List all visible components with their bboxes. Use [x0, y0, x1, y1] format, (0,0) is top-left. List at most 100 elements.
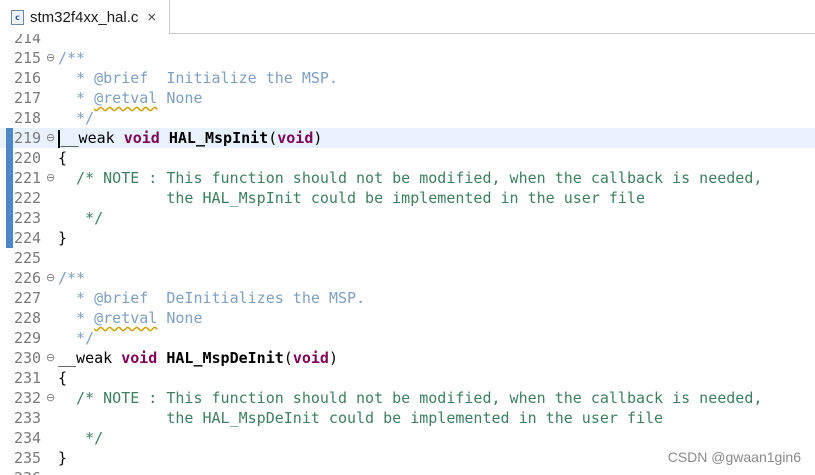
code-text[interactable]: } [58, 228, 67, 248]
code-line[interactable]: 214 [0, 34, 815, 48]
line-number: 222 [14, 189, 42, 207]
tab-filename: stm32f4xx_hal.c [30, 8, 139, 26]
line-number: 218 [14, 109, 42, 127]
line-number: 225 [14, 249, 42, 267]
code-line[interactable]: 226 ⊖/** [0, 268, 815, 288]
code-line[interactable]: 231 { [0, 368, 815, 388]
code-line[interactable]: 233 the HAL_MspDeInit could be implement… [0, 408, 815, 428]
line-number: 219 [14, 129, 42, 147]
code-token: ( [283, 349, 293, 367]
code-text[interactable]: */ [58, 428, 103, 448]
text-cursor [58, 129, 60, 148]
code-text[interactable]: __weak void HAL_MspDeInit(void) [58, 348, 338, 368]
code-token: */ [58, 329, 95, 347]
change-marker [6, 148, 13, 168]
code-token: void [292, 349, 329, 367]
code-line[interactable]: 227 * @brief DeInitializes the MSP. [0, 288, 815, 308]
code-line[interactable]: 224} [0, 228, 815, 248]
code-token: } [58, 449, 68, 467]
line-number: 234 [14, 429, 42, 447]
code-token: /** [58, 269, 86, 287]
code-text[interactable]: /** [58, 48, 85, 68]
code-line[interactable]: 223 */ [0, 208, 815, 228]
code-line[interactable]: 236 [0, 468, 815, 475]
code-text[interactable]: */ [58, 108, 94, 128]
code-token: * @brief Initialize the MSP. [58, 69, 338, 87]
code-text[interactable]: { [58, 368, 67, 388]
code-token: } [58, 229, 68, 247]
fold-toggle-icon[interactable]: ⊖ [46, 388, 55, 408]
code-line[interactable]: 230 ⊖ __weak void HAL_MspDeInit(void) [0, 348, 815, 368]
code-text[interactable]: /* NOTE : This function should not be mo… [58, 168, 762, 188]
code-text[interactable]: * @brief DeInitializes the MSP. [58, 288, 365, 308]
code-token: None [157, 309, 203, 327]
code-token: */ [58, 429, 104, 447]
tab-stm32f4xx-hal-c[interactable]: c stm32f4xx_hal.c × [0, 0, 170, 34]
line-number: 236 [14, 468, 48, 475]
line-number: 230 [14, 349, 42, 367]
line-number: 231 [14, 369, 42, 387]
fold-toggle-icon[interactable]: ⊖ [46, 168, 55, 188]
code-token: __weak [60, 129, 124, 147]
fold-toggle-icon[interactable]: ⊖ [46, 348, 55, 368]
c-file-icon: c [11, 9, 24, 25]
line-number: 215 [14, 49, 42, 67]
code-token: void [123, 129, 169, 147]
code-token: */ [58, 209, 104, 227]
code-token: @retval [94, 309, 158, 327]
change-marker [6, 208, 13, 228]
code-text[interactable]: } [58, 448, 67, 468]
line-number: 227 [14, 289, 42, 307]
fold-toggle-icon[interactable]: ⊖ [46, 48, 55, 68]
code-text[interactable]: * @retval None [58, 88, 202, 108]
code-text[interactable]: * @brief Initialize the MSP. [58, 68, 338, 88]
code-token: void [277, 129, 314, 147]
code-text[interactable]: */ [58, 328, 94, 348]
code-token: HAL_MspInit [168, 129, 269, 147]
code-line[interactable]: 216 * @brief Initialize the MSP. [0, 68, 815, 88]
code-line[interactable]: 221 ⊖ /* NOTE : This function should not … [0, 168, 815, 188]
code-text[interactable]: */ [58, 208, 103, 228]
fold-toggle-icon[interactable]: ⊖ [46, 128, 55, 148]
code-token: void [121, 349, 167, 367]
line-number: 232 [14, 389, 42, 407]
editor-tab-strip: c stm32f4xx_hal.c × [0, 0, 815, 34]
change-marker [6, 228, 13, 248]
code-line[interactable]: 218 */ [0, 108, 815, 128]
line-number: 229 [14, 329, 42, 347]
code-token: @retval [94, 89, 158, 107]
code-line[interactable]: 222 the HAL_MspInit could be implemented… [0, 188, 815, 208]
code-line[interactable]: 219 ⊖ __weak void HAL_MspInit(void) [0, 128, 815, 148]
code-token: __weak [58, 349, 122, 367]
line-number: 221 [14, 169, 42, 187]
code-token: { [58, 369, 68, 387]
code-text[interactable]: * @retval None [58, 308, 203, 328]
code-token: /* NOTE : This function should not be mo… [58, 169, 763, 187]
code-line[interactable]: 229 */ [0, 328, 815, 348]
code-token: ( [268, 129, 278, 147]
code-line[interactable]: 215 ⊖/** [0, 48, 815, 68]
line-number: 216 [14, 69, 42, 87]
line-number: 233 [14, 409, 42, 427]
code-text[interactable]: /* NOTE : This function should not be mo… [58, 388, 762, 408]
code-line[interactable]: 220 { [0, 148, 815, 168]
code-token: ) [328, 349, 338, 367]
code-editor[interactable]: 214 215 ⊖/** 216 * @brief Initialize the MS… [0, 34, 815, 475]
line-number: 226 [14, 269, 42, 287]
code-text[interactable]: __weak void HAL_MspInit(void) [58, 128, 322, 148]
code-text[interactable]: the HAL_MspInit could be implemented in … [58, 188, 645, 208]
code-token: * @brief DeInitializes the MSP. [58, 289, 366, 307]
code-text[interactable]: the HAL_MspDeInit could be implemented i… [58, 408, 663, 428]
code-token: the HAL_MspInit could be implemented in … [58, 189, 645, 207]
code-line[interactable]: 228 * @retval None [0, 308, 815, 328]
close-icon[interactable]: × [147, 9, 156, 26]
code-line[interactable]: 225 [0, 248, 815, 268]
code-line[interactable]: 217 * @retval None [0, 88, 815, 108]
code-token: the HAL_MspDeInit could be implemented i… [58, 409, 664, 427]
code-text[interactable]: { [58, 148, 67, 168]
code-text[interactable]: /** [58, 268, 85, 288]
code-line[interactable]: 234 */ [0, 428, 815, 448]
fold-toggle-icon[interactable]: ⊖ [46, 268, 55, 288]
code-line[interactable]: 232 ⊖ /* NOTE : This function should not … [0, 388, 815, 408]
line-number: 220 [14, 149, 42, 167]
